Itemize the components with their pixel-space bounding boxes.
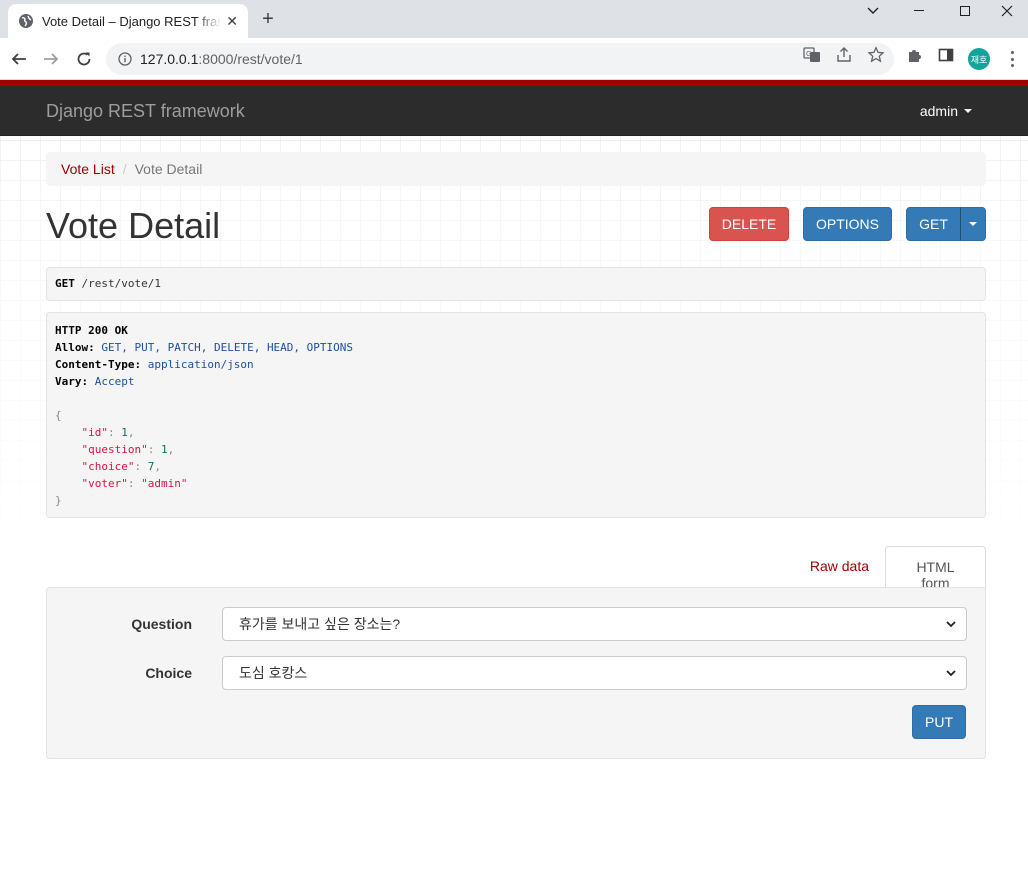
json-brace-open: { <box>55 409 62 422</box>
header-value: Accept <box>94 375 135 388</box>
chevron-down-icon <box>946 670 956 677</box>
forward-arrow-icon[interactable] <box>38 46 64 72</box>
breadcrumb-item-vote-detail: Vote Detail <box>134 161 203 177</box>
close-window-icon[interactable] <box>984 0 1028 22</box>
header-value: GET, PUT, PATCH, DELETE, HEAD, OPTIONS <box>101 341 354 354</box>
caret-down-icon <box>964 109 972 113</box>
navbar: Django REST framework admin <box>0 86 1028 136</box>
breadcrumb-item-vote-list[interactable]: Vote List <box>61 161 115 177</box>
browser-toolbar: 127.0.0.1:8000/rest/vote/1 G 재호 <box>0 38 1028 80</box>
choice-select[interactable]: 도심 호캉스 <box>222 656 967 690</box>
json-key: "question" <box>81 443 148 456</box>
header-name: Content-Type: <box>55 358 142 371</box>
response-status: HTTP 200 OK <box>55 324 128 337</box>
options-button[interactable]: OPTIONS <box>803 207 892 241</box>
request-info: GET /rest/vote/1 <box>46 267 986 301</box>
request-path: /rest/vote/1 <box>81 277 161 290</box>
translate-icon[interactable]: G <box>803 46 821 64</box>
put-button[interactable]: PUT <box>912 705 966 739</box>
brand-link[interactable]: Django REST framework <box>46 101 245 122</box>
json-key: "voter" <box>81 477 128 490</box>
header-name: Allow: <box>55 341 95 354</box>
back-arrow-icon[interactable] <box>6 46 32 72</box>
caret-down-icon <box>969 222 977 226</box>
side-panel-icon[interactable] <box>937 46 955 64</box>
question-label: Question <box>131 616 192 632</box>
breadcrumb: Vote List / Vote Detail <box>46 152 986 186</box>
tab-search-chevron-icon[interactable] <box>850 0 896 22</box>
form-tabs: Raw data HTML form <box>46 546 986 591</box>
json-value: "admin" <box>141 477 188 490</box>
page-title: Vote Detail <box>46 205 221 246</box>
json-key: "choice" <box>81 460 135 473</box>
url-host: 127.0.0.1 <box>140 51 199 67</box>
chevron-down-icon <box>946 621 956 628</box>
json-value: 1 <box>121 426 128 439</box>
minimize-icon[interactable] <box>896 0 942 22</box>
json-brace-close: } <box>55 494 62 507</box>
new-tab-button[interactable]: + <box>258 9 278 29</box>
get-format-dropdown-toggle[interactable] <box>960 207 986 241</box>
share-icon[interactable] <box>835 46 853 64</box>
address-bar[interactable]: 127.0.0.1:8000/rest/vote/1 <box>106 43 894 75</box>
header-name: Vary: <box>55 375 89 388</box>
request-method: GET <box>55 277 75 290</box>
globe-icon <box>18 13 34 29</box>
browser-tab[interactable]: Vote Detail – Django REST framework ✕ <box>8 4 248 38</box>
svg-text:G: G <box>806 50 811 58</box>
reload-icon[interactable] <box>71 46 97 72</box>
question-selected-value: 휴가를 보내고 싶은 장소는? <box>239 616 401 632</box>
html-form: Question 휴가를 보내고 싶은 장소는? Choice 도심 호캉스 P… <box>46 587 986 759</box>
breadcrumb-separator: / <box>122 161 127 177</box>
page-background: Django REST framework admin Vote List / … <box>0 80 1028 880</box>
bookmark-star-icon[interactable] <box>867 46 885 64</box>
info-icon[interactable] <box>118 52 132 66</box>
close-tab-icon[interactable]: ✕ <box>226 13 238 30</box>
question-select[interactable]: 휴가를 보내고 싶은 장소는? <box>222 607 967 641</box>
delete-button[interactable]: DELETE <box>709 207 789 241</box>
json-key: "id" <box>81 426 109 439</box>
maximize-icon[interactable] <box>942 0 988 22</box>
browser-tab-strip: Vote Detail – Django REST framework ✕ + <box>0 0 1028 38</box>
response-info: HTTP 200 OK Allow: GET, PUT, PATCH, DELE… <box>46 312 986 518</box>
user-menu-toggle[interactable]: admin <box>920 103 972 119</box>
choice-selected-value: 도심 호캉스 <box>239 665 308 681</box>
choice-label: Choice <box>145 665 192 681</box>
tab-html-form[interactable]: HTML form <box>885 546 986 591</box>
extensions-puzzle-icon[interactable] <box>906 46 924 64</box>
user-name: admin <box>919 103 958 119</box>
url-path: :8000/rest/vote/1 <box>198 51 303 67</box>
browser-tab-title: Vote Detail – Django REST framework <box>42 13 222 29</box>
browser-menu-icon[interactable] <box>1003 49 1021 69</box>
get-button[interactable]: GET <box>906 207 961 241</box>
header-value: application/json <box>147 358 254 371</box>
json-value: 1 <box>160 443 168 456</box>
tab-raw-data[interactable]: Raw data <box>795 546 884 588</box>
url-text: 127.0.0.1:8000/rest/vote/1 <box>140 51 303 67</box>
profile-avatar[interactable]: 재호 <box>968 48 990 70</box>
